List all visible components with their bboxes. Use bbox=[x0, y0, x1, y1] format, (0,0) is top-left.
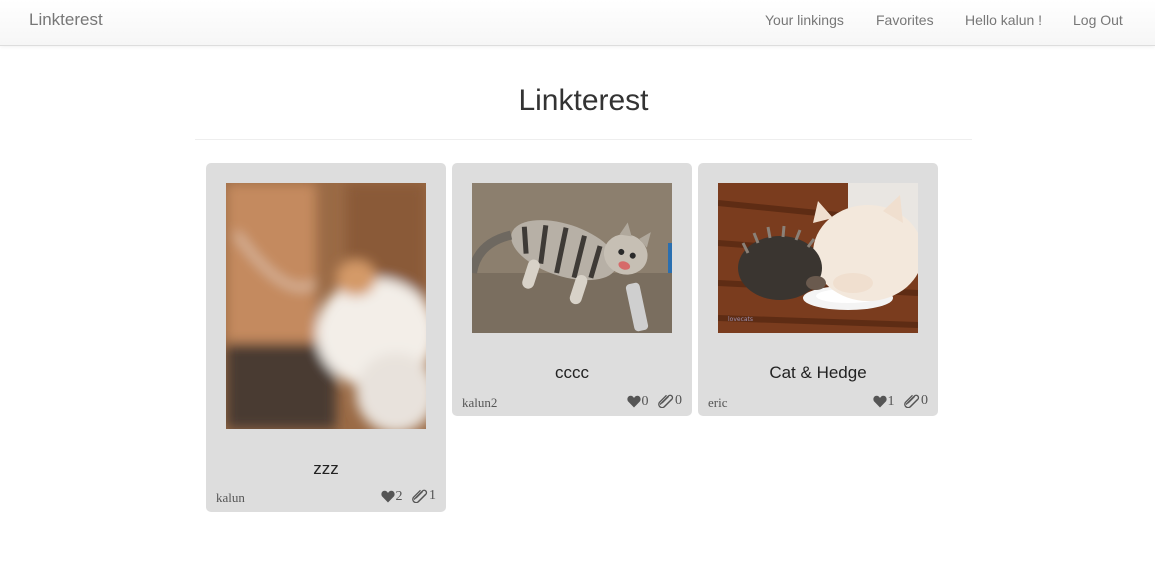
attachment-count: 0 bbox=[921, 393, 928, 408]
svg-text:lovecats: lovecats bbox=[728, 316, 753, 323]
pin-stats: 0 0 bbox=[621, 393, 682, 413]
pin-title: zzz bbox=[313, 459, 339, 478]
pin-title: cccc bbox=[555, 363, 589, 382]
like-count: 0 bbox=[641, 393, 649, 409]
like-button[interactable]: 0 bbox=[626, 393, 649, 410]
pin-author[interactable]: kalun2 bbox=[462, 395, 497, 411]
pin-stats: 2 1 bbox=[375, 488, 436, 508]
page-title: Linkterest bbox=[518, 84, 649, 117]
title-divider bbox=[195, 139, 972, 140]
navbar: Linkterest Your linkings Favorites Hello… bbox=[0, 0, 1155, 46]
like-count: 1 bbox=[887, 393, 895, 409]
heart-icon bbox=[380, 490, 395, 503]
nav-link-user-greeting[interactable]: Hello kalun ! bbox=[965, 12, 1042, 28]
pin-image[interactable]: lovecats bbox=[718, 183, 918, 333]
like-count: 2 bbox=[395, 488, 403, 504]
paperclip-icon bbox=[658, 394, 674, 408]
attachment-count: 1 bbox=[429, 488, 436, 503]
pin-author[interactable]: eric bbox=[708, 395, 727, 411]
pin-card[interactable]: cccc kalun2 0 0 bbox=[452, 163, 692, 416]
nav-link-favorites[interactable]: Favorites bbox=[876, 12, 934, 28]
pin-image[interactable] bbox=[226, 183, 426, 429]
pin-image[interactable] bbox=[472, 183, 672, 333]
pin-card[interactable]: zzz kalun 2 1 bbox=[206, 163, 446, 512]
brand-link[interactable]: Linkterest bbox=[29, 10, 103, 30]
nav-link-log-out[interactable]: Log Out bbox=[1073, 12, 1123, 28]
pin-card[interactable]: lovecats Cat & Hedge eric 1 0 bbox=[698, 163, 938, 416]
heart-icon bbox=[872, 395, 887, 408]
paperclip-icon bbox=[412, 489, 428, 503]
pin-author[interactable]: kalun bbox=[216, 490, 245, 506]
like-button[interactable]: 1 bbox=[872, 393, 895, 410]
attach-button[interactable]: 1 bbox=[412, 488, 436, 504]
paperclip-icon bbox=[904, 394, 920, 408]
attachment-count: 0 bbox=[675, 393, 682, 408]
attach-button[interactable]: 0 bbox=[658, 393, 682, 409]
nav-link-your-linkings[interactable]: Your linkings bbox=[765, 12, 844, 28]
pin-title: Cat & Hedge bbox=[769, 363, 867, 382]
attach-button[interactable]: 0 bbox=[904, 393, 928, 409]
heart-icon bbox=[626, 395, 641, 408]
pin-stats: 1 0 bbox=[867, 393, 928, 413]
like-button[interactable]: 2 bbox=[380, 488, 403, 505]
